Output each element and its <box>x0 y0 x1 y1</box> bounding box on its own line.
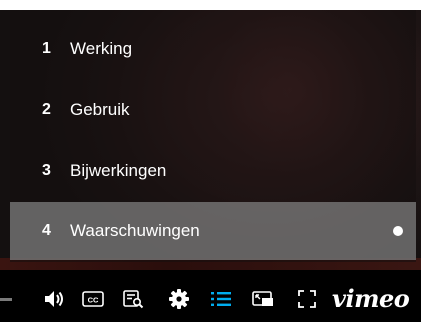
chapter-item-1[interactable]: 1 Werking <box>10 20 416 78</box>
vimeo-logo[interactable]: vimeo <box>332 284 410 313</box>
chapter-item-2[interactable]: 2 Gebruik <box>10 81 416 139</box>
volume-icon[interactable] <box>42 287 68 311</box>
chapter-label: Gebruik <box>70 100 130 119</box>
chapter-number: 2 <box>42 101 51 118</box>
chapter-number: 4 <box>42 222 51 239</box>
chapters-icon[interactable] <box>208 287 234 311</box>
settings-icon[interactable] <box>167 287 191 311</box>
chapter-item-3[interactable]: 3 Bijwerkingen <box>10 142 416 200</box>
chapter-number: 1 <box>42 40 51 57</box>
chapter-label: Waarschuwingen <box>70 221 200 240</box>
chapter-label: Werking <box>70 39 133 58</box>
progress-bar[interactable] <box>0 298 12 301</box>
transcript-icon[interactable] <box>121 287 145 311</box>
fullscreen-icon[interactable] <box>296 287 318 311</box>
chapter-label: Bijwerkingen <box>70 161 167 180</box>
chapter-number: 3 <box>42 162 51 179</box>
selected-indicator-icon <box>393 226 403 236</box>
chapter-item-4[interactable]: 4 Waarschuwingen <box>10 202 416 260</box>
cc-icon[interactable]: CC <box>81 287 105 311</box>
picture-in-picture-icon[interactable] <box>251 287 275 311</box>
svg-text:CC: CC <box>88 296 99 305</box>
chapters-menu: 1 Werking 2 Gebruik 3 Bijwerkingen 4 Waa… <box>10 10 416 262</box>
